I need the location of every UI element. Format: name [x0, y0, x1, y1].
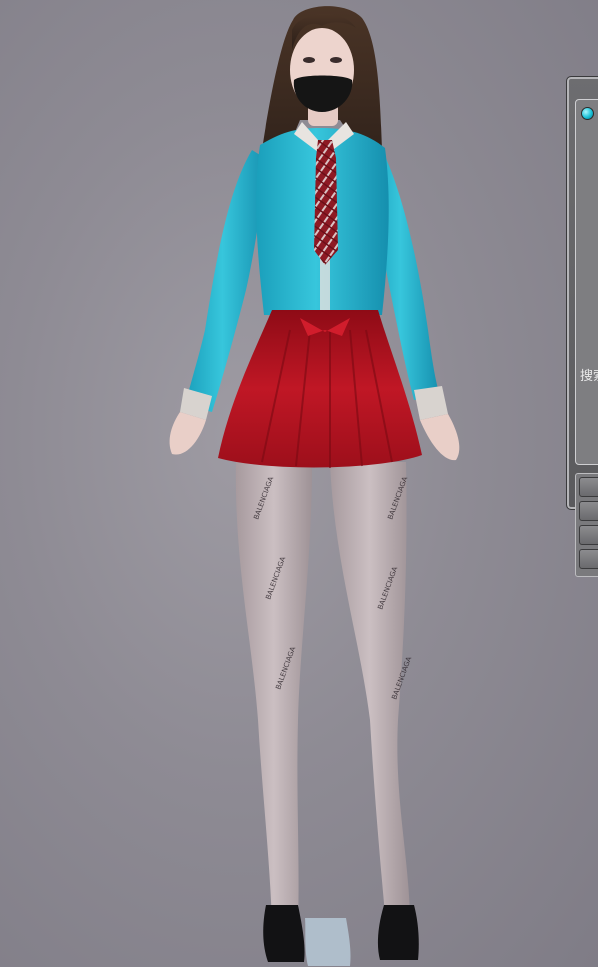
list-button[interactable] — [579, 501, 598, 521]
list-button[interactable] — [579, 549, 598, 569]
list-button[interactable] — [579, 525, 598, 545]
status-indicator-icon[interactable] — [581, 107, 594, 120]
character-render: BALENCIAGA BALENCIAGA BALENCIAGA BALENCI… — [169, 6, 460, 966]
right-cuff — [414, 386, 448, 420]
3d-viewport[interactable]: BALENCIAGA BALENCIAGA BALENCIAGA BALENCI… — [0, 0, 598, 967]
left-hand — [169, 412, 206, 455]
editor-side-panel: 搜索 — [566, 76, 598, 577]
panel-content — [575, 99, 598, 465]
right-hand — [420, 414, 460, 461]
right-shoe — [377, 905, 419, 960]
tie — [314, 140, 338, 265]
left-shoe — [263, 905, 305, 962]
floor-object — [305, 918, 351, 966]
eye-left — [303, 57, 315, 63]
search-label[interactable]: 搜索 — [580, 365, 598, 384]
left-leg — [235, 462, 312, 925]
eye-right — [330, 57, 342, 63]
skirt — [218, 310, 422, 468]
list-button[interactable] — [579, 477, 598, 497]
